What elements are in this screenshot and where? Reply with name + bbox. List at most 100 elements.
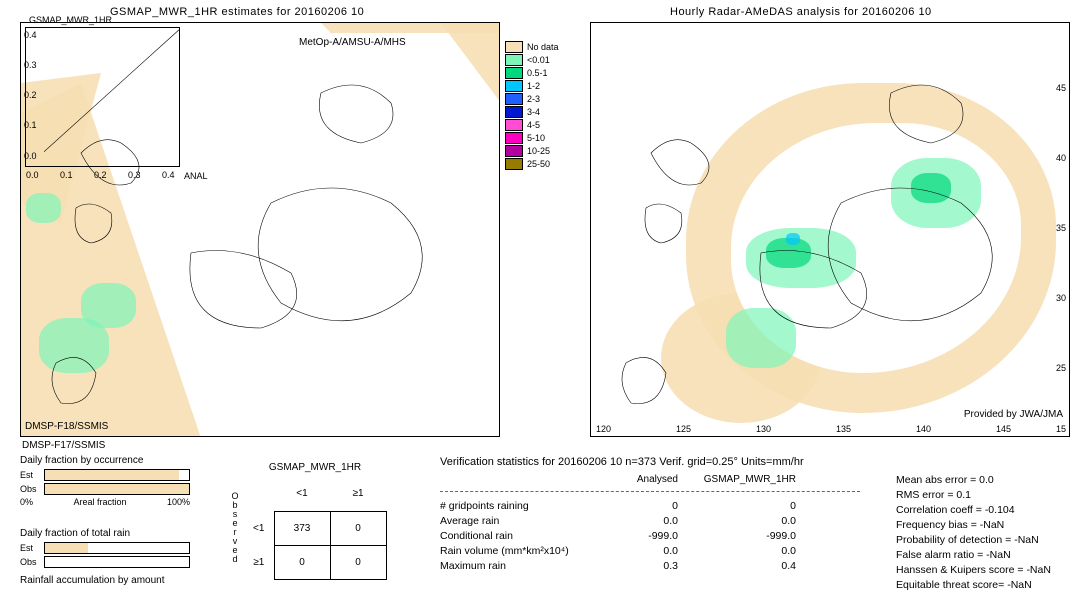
legend: No data<0.010.5-11-22-33-44-55-1010-2525… bbox=[505, 40, 559, 170]
verif-stat-row: Correlation coeff = -0.104 bbox=[896, 502, 1051, 517]
legend-row: No data bbox=[505, 40, 559, 53]
fraction-totalrain-title: Daily fraction of total rain bbox=[20, 528, 190, 539]
verif-stat-text: Equitable threat score= -NaN bbox=[896, 579, 1032, 591]
cont-col-ge: ≥1 bbox=[330, 477, 386, 511]
verif-stat-row: Probability of detection = -NaN bbox=[896, 532, 1051, 547]
legend-label: 25-50 bbox=[527, 159, 550, 169]
verif-stat-text: False alarm ratio = -NaN bbox=[896, 549, 1011, 561]
legend-label: 10-25 bbox=[527, 146, 550, 156]
bar-fill bbox=[45, 484, 189, 494]
verif-row: Rain volume (mm*km²x10⁴) 0.0 0.0 bbox=[440, 543, 860, 558]
coastline bbox=[591, 23, 1069, 436]
left-map-title: GSMAP_MWR_1HR estimates for 20160206 10 bbox=[110, 6, 364, 18]
legend-swatch bbox=[505, 119, 523, 131]
inset-ytick: 0.1 bbox=[24, 120, 37, 130]
cont-cell: 0 bbox=[330, 511, 386, 545]
cont-cell: 373 bbox=[274, 511, 330, 545]
verif-stat-text: RMS error = 0.1 bbox=[896, 489, 971, 501]
verif-row-gsmap: 0.0 bbox=[696, 515, 796, 527]
right-map: 120 125 130 135 140 145 15 45 40 35 30 2… bbox=[590, 22, 1070, 437]
legend-swatch bbox=[505, 54, 523, 66]
lat-tick: 25 bbox=[1056, 363, 1066, 373]
verif-row-gsmap: 0 bbox=[696, 500, 796, 512]
verif-row-gsmap: 0.0 bbox=[696, 545, 796, 557]
provided-by: Provided by JWA/JMA bbox=[964, 409, 1063, 420]
verif-row-label: Average rain bbox=[440, 515, 600, 527]
verif-row-label: Maximum rain bbox=[440, 560, 600, 572]
verif-row-label: Conditional rain bbox=[440, 530, 600, 542]
legend-label: 5-10 bbox=[527, 133, 545, 143]
inset-xtick: 0.1 bbox=[60, 170, 73, 180]
contingency-title: GSMAP_MWR_1HR bbox=[230, 462, 400, 473]
verif-row-analysed: 0.0 bbox=[618, 515, 678, 527]
verif-row-label: # gridpoints raining bbox=[440, 500, 600, 512]
legend-row: 5-10 bbox=[505, 131, 559, 144]
divider bbox=[440, 491, 860, 492]
lon-tick: 135 bbox=[836, 424, 851, 434]
legend-row: 1-2 bbox=[505, 79, 559, 92]
verif-stat-row: Hanssen & Kuipers score = -NaN bbox=[896, 562, 1051, 577]
legend-swatch bbox=[505, 67, 523, 79]
legend-row: 3-4 bbox=[505, 105, 559, 118]
cont-col-lt: <1 bbox=[274, 477, 330, 511]
left-map: GSMAP_MWR_1HR 0.4 0.3 0.2 0.1 0.0 0.0 0.… bbox=[20, 22, 500, 437]
verif-row: Conditional rain-999.0-999.0 bbox=[440, 528, 860, 543]
inset-xtick: 0.3 bbox=[128, 170, 141, 180]
fraction-accum-title: Rainfall accumulation by amount bbox=[20, 575, 190, 586]
lat-tick: 40 bbox=[1056, 153, 1066, 163]
legend-label: No data bbox=[527, 42, 559, 52]
verif-stat-row: False alarm ratio = -NaN bbox=[896, 547, 1051, 562]
verif-row-gsmap: 0.4 bbox=[696, 560, 796, 572]
contingency-block: GSMAP_MWR_1HR Observed <1 ≥1 <1 373 0 ≥1… bbox=[230, 462, 400, 580]
inset-ytick: 0.2 bbox=[24, 90, 37, 100]
verif-stat-row: Equitable threat score= -NaN bbox=[896, 577, 1051, 592]
cont-row-ge: ≥1 bbox=[244, 545, 274, 579]
verif-stat-text: Mean abs error = 0.0 bbox=[896, 474, 994, 486]
verif-stat-text: Frequency bias = -NaN bbox=[896, 519, 1004, 531]
inset-caption: ANAL bbox=[184, 171, 208, 181]
legend-swatch bbox=[505, 80, 523, 92]
axis-left: 0% bbox=[20, 497, 33, 507]
inset-ytick: 0.4 bbox=[24, 30, 37, 40]
cont-cell: 0 bbox=[274, 545, 330, 579]
verif-stat-row: RMS error = 0.1 bbox=[896, 487, 1051, 502]
verif-col-header: GSMAP_MWR_1HR bbox=[696, 474, 796, 485]
verification-block: Verification statistics for 20160206 10 … bbox=[440, 456, 1080, 592]
cont-cell: 0 bbox=[330, 545, 386, 579]
bar-track bbox=[44, 469, 190, 481]
lon-tick: 15 bbox=[1056, 424, 1066, 434]
legend-swatch bbox=[505, 106, 523, 118]
right-map-title: Hourly Radar-AMeDAS analysis for 2016020… bbox=[670, 6, 932, 18]
verif-row: Maximum rain 0.3 0.4 bbox=[440, 558, 860, 573]
verification-title: Verification statistics for 20160206 10 … bbox=[440, 456, 1080, 468]
sat-label-dmsp18: DMSP-F18/SSMIS bbox=[25, 421, 108, 432]
lon-tick: 145 bbox=[996, 424, 1011, 434]
verif-row-label: Rain volume (mm*km²x10⁴) bbox=[440, 545, 600, 557]
bar-fill bbox=[45, 543, 88, 553]
lon-tick: 120 bbox=[596, 424, 611, 434]
legend-swatch bbox=[505, 145, 523, 157]
cont-row-lt: <1 bbox=[244, 511, 274, 545]
bar-label-est: Est bbox=[20, 543, 44, 553]
fraction-occurrence: Daily fraction by occurrence Est Obs 0% … bbox=[20, 455, 190, 507]
inset-diagonal bbox=[26, 28, 179, 166]
legend-label: 1-2 bbox=[527, 81, 540, 91]
lon-tick: 130 bbox=[756, 424, 771, 434]
verif-stat-text: Hanssen & Kuipers score = -NaN bbox=[896, 564, 1051, 576]
inset-xtick: 0.0 bbox=[26, 170, 39, 180]
verif-right-col: Mean abs error = 0.0 RMS error = 0.1 Corre… bbox=[896, 472, 1051, 592]
bar-track bbox=[44, 542, 190, 554]
verif-row-analysed: 0.0 bbox=[618, 545, 678, 557]
axis-right: 100% bbox=[167, 497, 190, 507]
legend-swatch bbox=[505, 93, 523, 105]
verif-left-col: Analysed GSMAP_MWR_1HR # gridpoints rain… bbox=[440, 472, 860, 592]
inset-xtick: 0.4 bbox=[162, 170, 175, 180]
verif-stat-row: Frequency bias = -NaN bbox=[896, 517, 1051, 532]
bar-track bbox=[44, 556, 190, 568]
verif-stat-text: Correlation coeff = -0.104 bbox=[896, 504, 1015, 516]
legend-row: 2-3 bbox=[505, 92, 559, 105]
legend-row: 0.5-1 bbox=[505, 66, 559, 79]
verif-row-analysed: 0.3 bbox=[618, 560, 678, 572]
verif-row-analysed: 0 bbox=[618, 500, 678, 512]
axis-label: Areal fraction bbox=[73, 497, 126, 507]
